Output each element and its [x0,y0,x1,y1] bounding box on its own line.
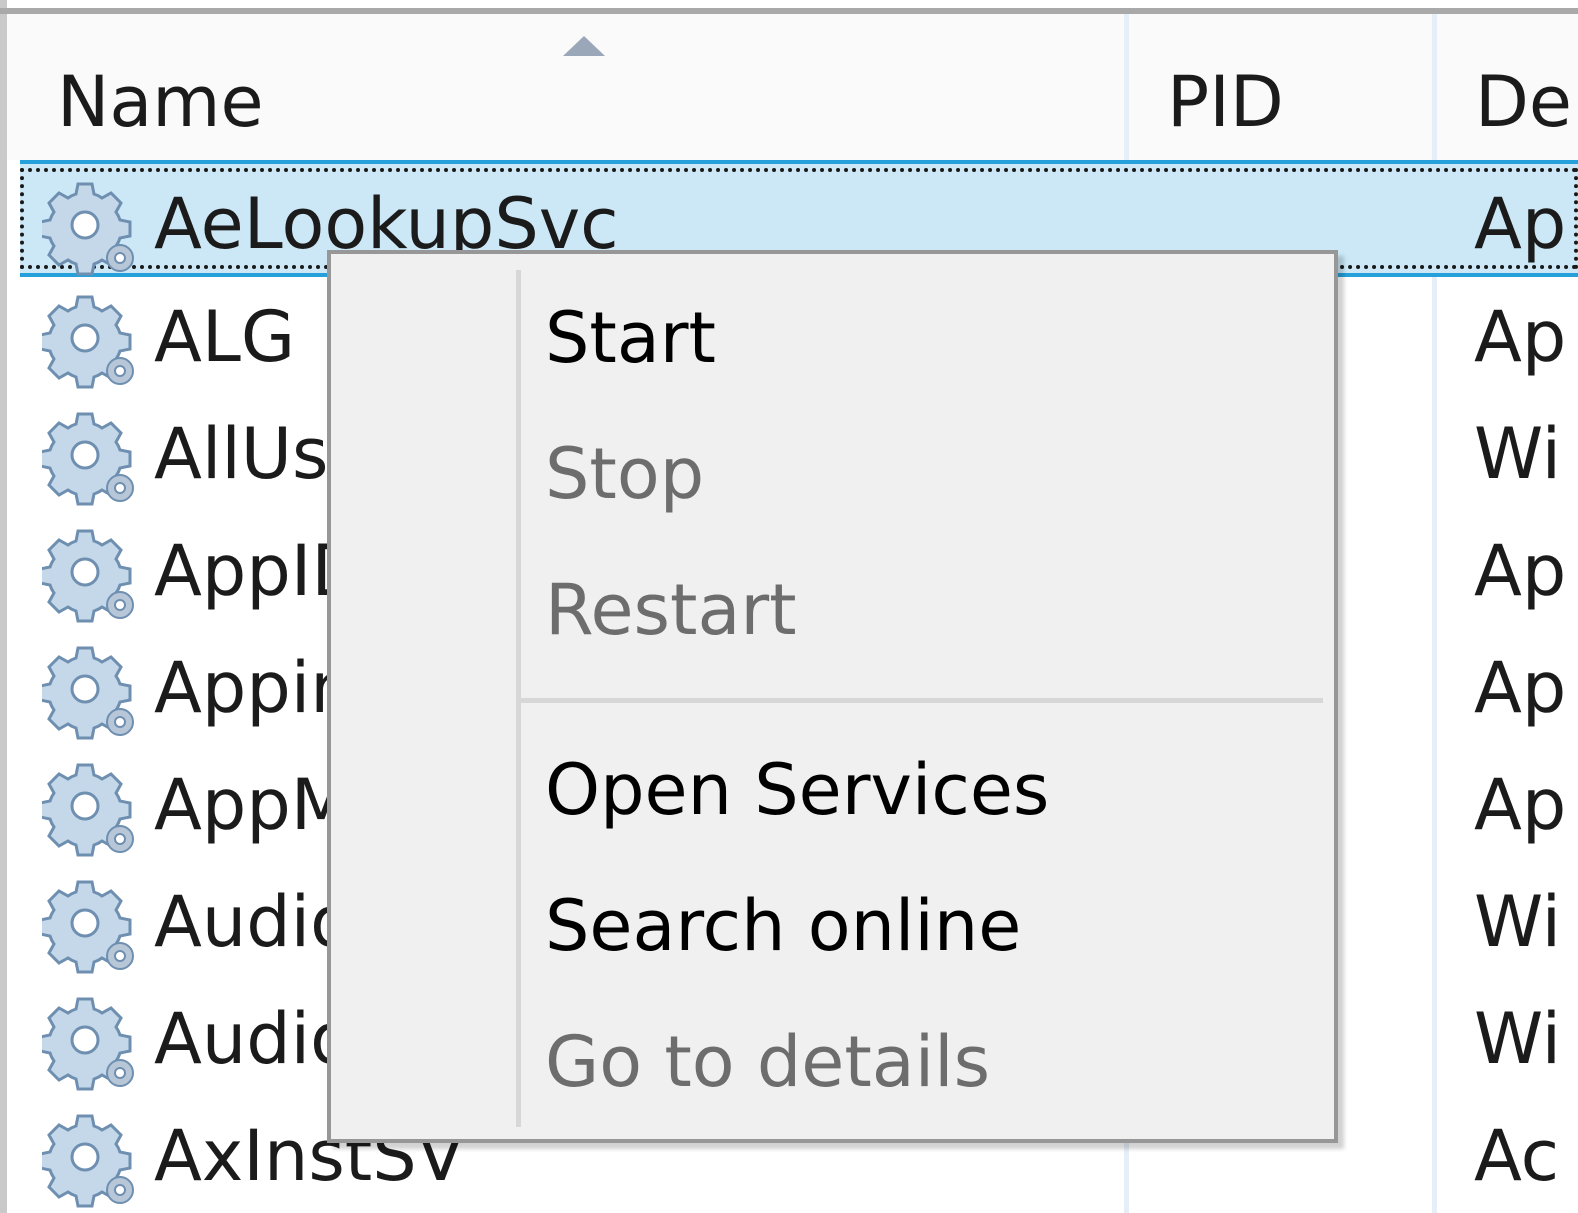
service-description: Ap [1474,183,1567,265]
service-description: Ap [1474,530,1567,612]
menu-item-go-to-details: Go to details [545,1021,991,1103]
service-description: Ap [1474,647,1567,729]
service-description: Wi [1474,413,1562,495]
menu-item-search-online[interactable]: Search online [521,858,1334,994]
service-name: AllUs [154,413,329,495]
services-tab: Name PID De AeLookupSvc Ap ALG Ap AllUs … [0,0,1578,1213]
column-header-bar: Name PID De [7,14,1578,160]
menu-item-stop: Stop [545,433,705,515]
gear-icon [38,995,138,1091]
menu-item-restart: Restart [545,569,797,651]
gear-icon [38,878,138,974]
service-name: Audio [154,998,353,1080]
gear-icon [38,527,138,623]
service-description: Ap [1474,296,1567,378]
service-name: Appin [154,647,355,729]
menu-item-open-services[interactable]: Open Services [521,722,1334,858]
context-menu: Start Stop Restart Open Services Search … [327,250,1338,1143]
window-left-border [0,0,7,1213]
menu-item-start[interactable]: Start [521,270,1334,406]
sort-ascending-icon [563,36,605,56]
service-name: ALG [154,296,296,378]
gear-icon [38,180,138,276]
service-description: Wi [1474,998,1562,1080]
gear-icon [38,761,138,857]
column-header-pid[interactable]: PID [1167,52,1284,152]
gear-icon [38,293,138,389]
column-header-name[interactable]: Name [57,52,264,152]
service-name: AppM [154,764,352,846]
column-header-description[interactable]: De [1475,52,1572,152]
service-description: Ap [1474,764,1567,846]
gear-icon [38,410,138,506]
menu-separator [521,698,1323,703]
gear-icon [38,644,138,740]
service-description: Ac [1474,1115,1560,1197]
gear-icon [38,1112,138,1208]
service-name: Audio [154,881,353,963]
service-description: Wi [1474,881,1562,963]
